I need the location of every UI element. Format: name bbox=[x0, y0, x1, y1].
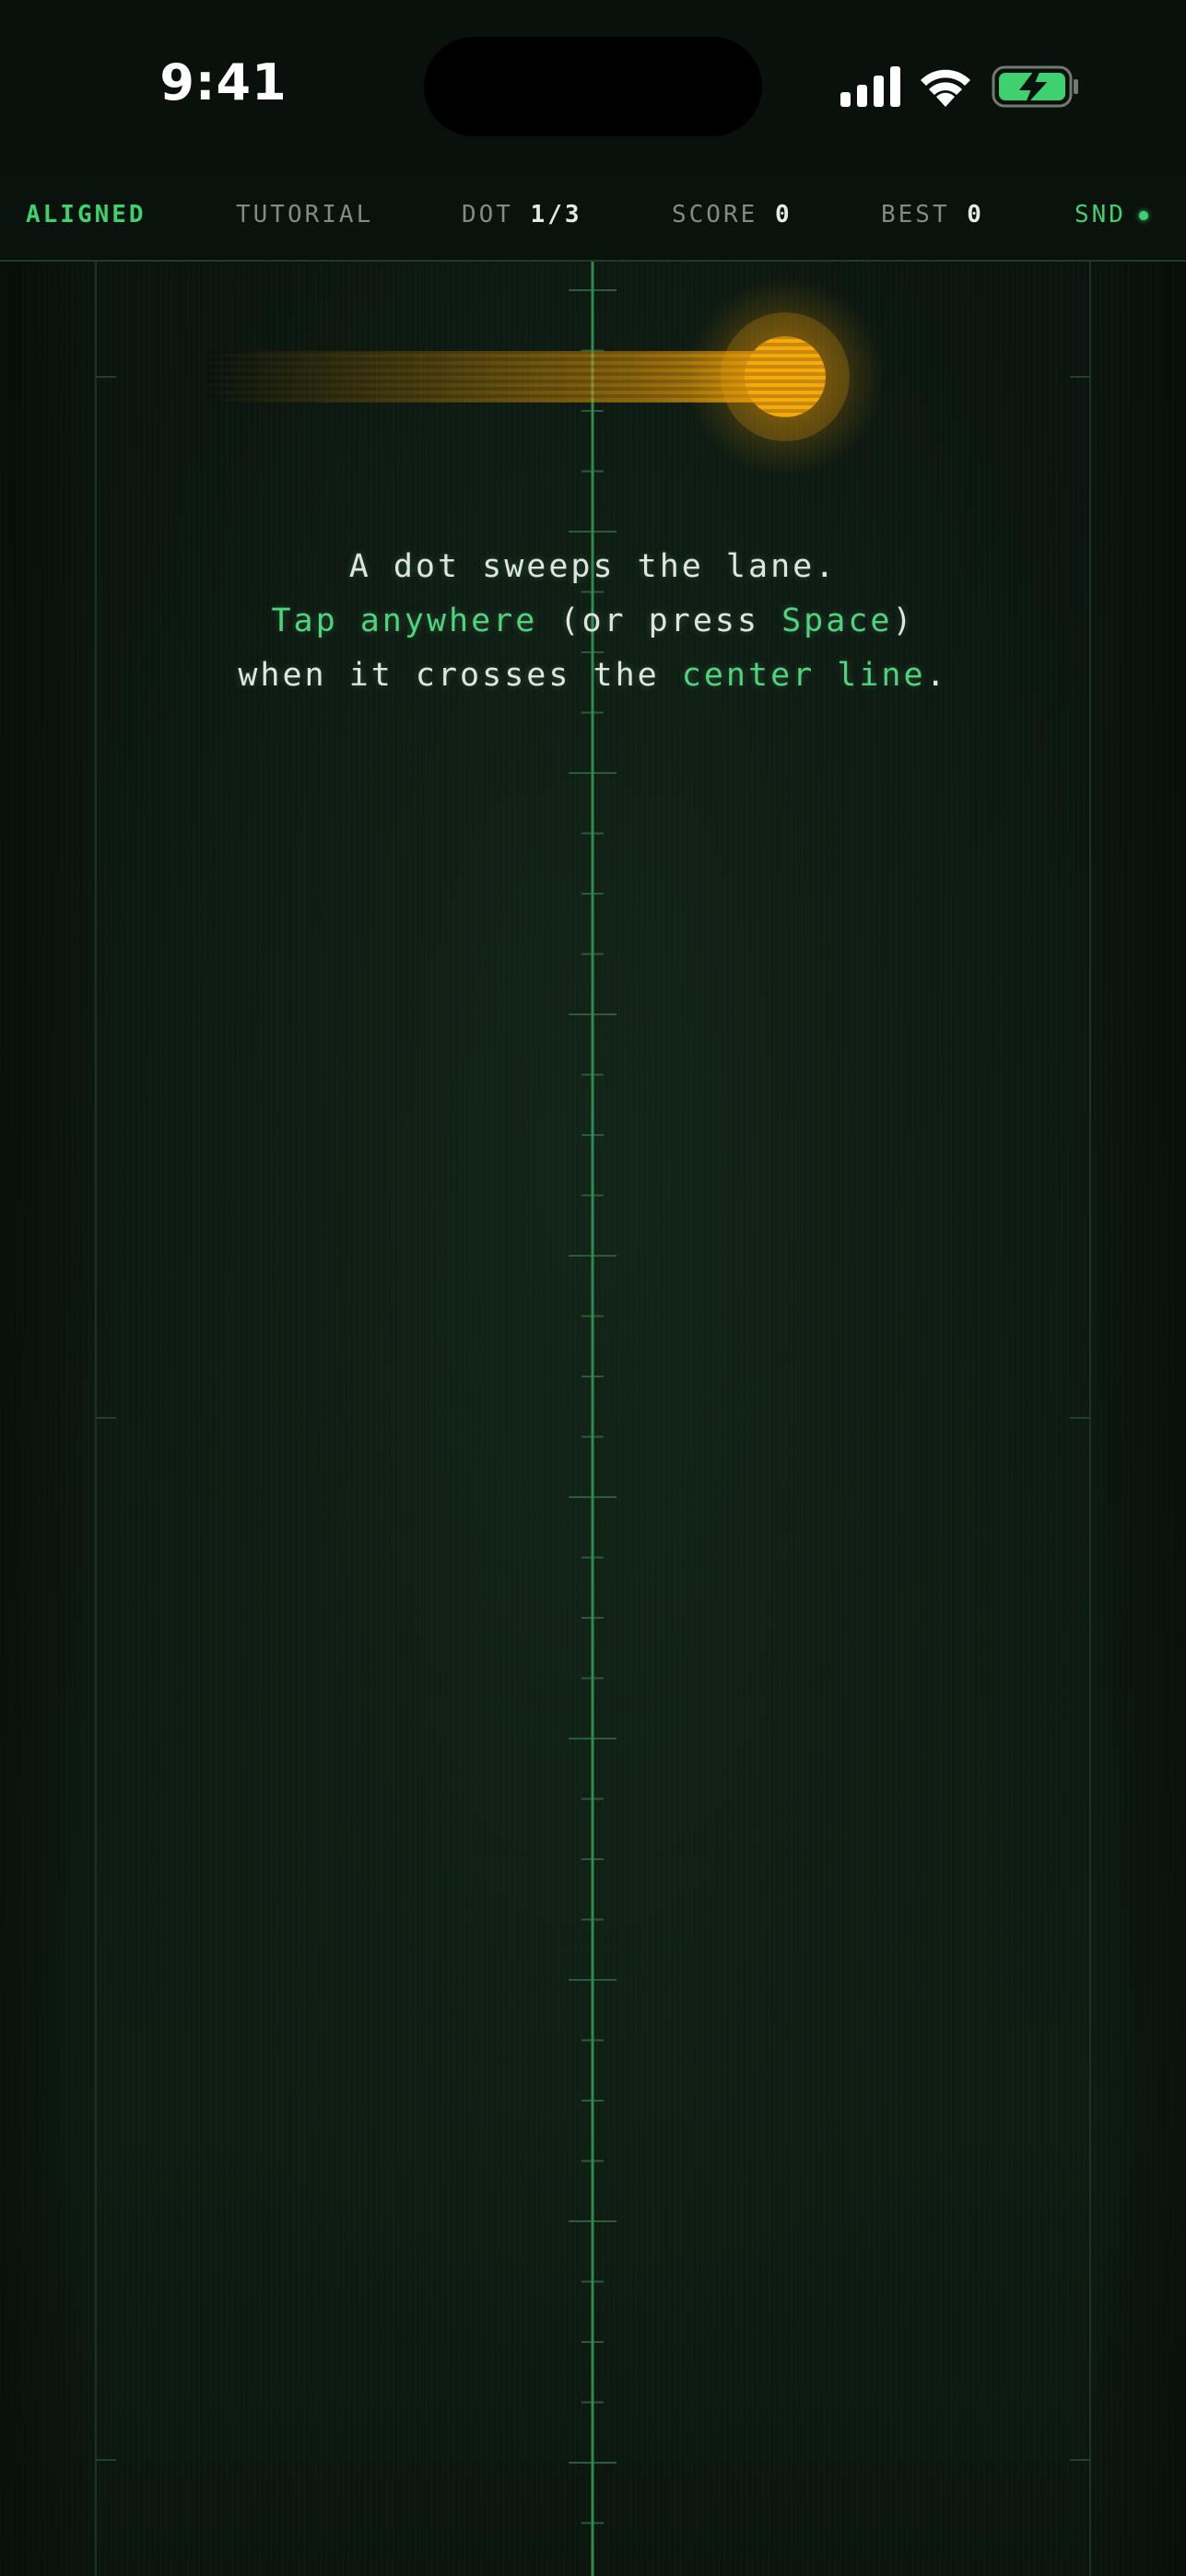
instruction-line-3-start: when it crosses the bbox=[238, 657, 682, 694]
best-display: BEST 0 bbox=[881, 201, 984, 228]
score-display: SCORE 0 bbox=[672, 201, 793, 228]
dot-counter: DOT 1/3 bbox=[462, 201, 582, 228]
sound-toggle[interactable]: SND bbox=[1074, 201, 1148, 228]
instruction-line-1: A dot sweeps the lane. bbox=[348, 548, 838, 585]
instruction-line-3-end: . bbox=[925, 657, 948, 694]
tutorial-instructions: A dot sweeps the lane. Tap anywhere (or … bbox=[0, 540, 1186, 703]
game-screen[interactable]: 9:41 ALIGNED TUTORIAL DOT 1/3 SCORE 0 BE… bbox=[0, 0, 1186, 2576]
status-time: 9:41 bbox=[159, 53, 288, 111]
battery-charging-icon bbox=[992, 65, 1078, 108]
dot-counter-label: DOT bbox=[462, 201, 513, 228]
instruction-line-2-end: ) bbox=[892, 603, 915, 639]
space-key-highlight: Space bbox=[781, 603, 893, 639]
wifi-icon bbox=[921, 69, 970, 107]
tap-anywhere-highlight: Tap anywhere bbox=[271, 603, 538, 639]
signal-icon bbox=[840, 66, 900, 107]
best-label: BEST bbox=[881, 201, 950, 228]
status-bar: 9:41 bbox=[0, 0, 1186, 175]
dynamic-island bbox=[424, 37, 762, 136]
instruction-line-2: Tap anywhere (or press Space) bbox=[0, 594, 1186, 649]
instruction-line-2-mid: (or press bbox=[537, 603, 782, 639]
instruction-line-3: when it crosses the center line. bbox=[0, 649, 1186, 703]
sweeping-dot bbox=[207, 277, 885, 476]
dot-core-scan bbox=[745, 336, 826, 417]
center-line-highlight: center line bbox=[681, 657, 926, 694]
score-label: SCORE bbox=[672, 201, 758, 228]
dot-counter-value: 1/3 bbox=[530, 201, 582, 228]
app-brand: ALIGNED bbox=[26, 201, 147, 228]
mode-label: TUTORIAL bbox=[236, 201, 374, 228]
game-header: ALIGNED TUTORIAL DOT 1/3 SCORE 0 BEST 0 … bbox=[0, 175, 1186, 262]
sound-indicator-icon bbox=[1138, 210, 1148, 220]
score-value: 0 bbox=[774, 201, 793, 228]
sound-label: SND bbox=[1074, 201, 1126, 228]
best-value: 0 bbox=[967, 201, 984, 228]
